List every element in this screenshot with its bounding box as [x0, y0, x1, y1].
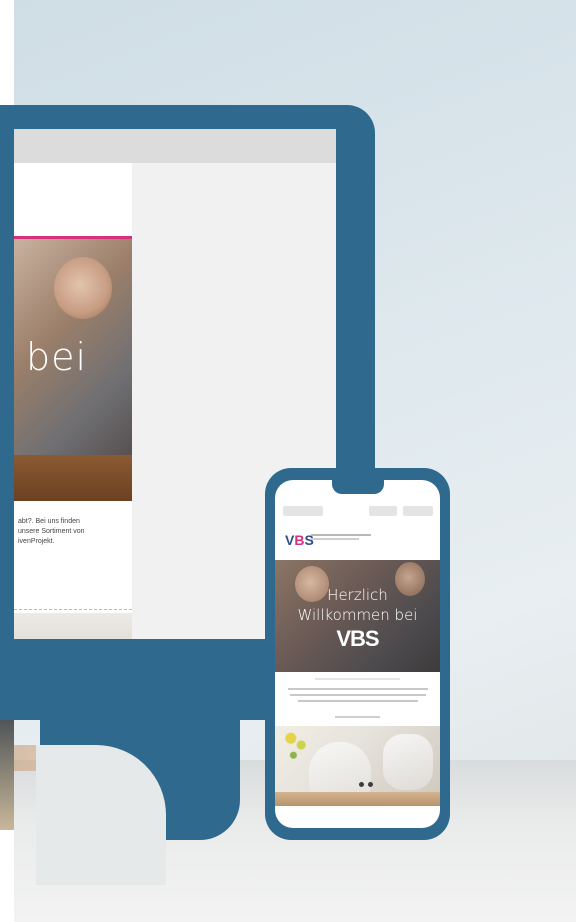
email-client-toolbar	[14, 129, 336, 163]
logo-letter: V	[285, 532, 295, 548]
desktop-email-preview: bei abt?. Bei uns finden unsere Sortimen…	[14, 163, 132, 639]
table-image	[275, 792, 440, 806]
product-mockup-scene: bei abt?. Bei uns finden unsere Sortimen…	[0, 0, 576, 922]
email-divider	[14, 609, 132, 610]
hero-person-image	[54, 257, 112, 319]
phone-email-header-bar	[283, 506, 433, 516]
hero-heading-line2: Willkommen bei	[297, 606, 418, 624]
phone-subheading-placeholder	[315, 678, 400, 680]
hero-table-image	[14, 455, 132, 501]
phone-body-text-placeholder	[285, 686, 430, 704]
logo-letter: B	[294, 532, 305, 548]
email-body-line: unsere Sortiment von	[18, 528, 85, 535]
hand-image	[383, 734, 433, 790]
email-secondary-image	[14, 613, 132, 639]
monitor-stand-cutout	[36, 745, 166, 885]
hero-heading-line1: Herzlich	[327, 586, 388, 604]
email-body-line: ivenProjekt.	[18, 538, 55, 545]
vase-image	[309, 742, 373, 796]
flowers-image	[283, 728, 309, 762]
smartphone: VBS Herzlich Willkommen bei VBS	[265, 468, 450, 840]
phone-secondary-image	[275, 726, 440, 806]
hero-brand-logo: VBS	[336, 626, 379, 651]
email-body-line: abt?. Bei uns finden	[18, 518, 80, 525]
email-body-text: abt?. Bei uns finden unsere Sortiment vo…	[18, 517, 126, 547]
phone-signature-placeholder	[335, 716, 380, 718]
vbs-logo: VBS	[285, 532, 314, 548]
logo-tagline-lines	[311, 534, 431, 540]
hero-overlay-text: bei	[26, 335, 88, 379]
phone-notch	[332, 480, 384, 494]
phone-hero-image: Herzlich Willkommen bei VBS	[275, 560, 440, 672]
email-hero-image: bei	[14, 239, 132, 501]
phone-screen: VBS Herzlich Willkommen bei VBS	[275, 480, 440, 828]
